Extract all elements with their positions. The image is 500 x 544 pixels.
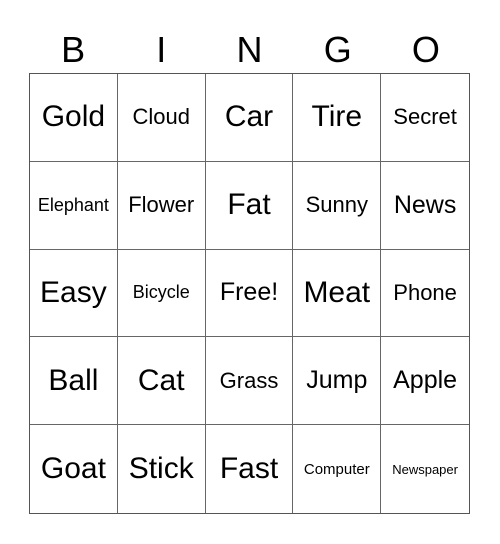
bingo-cell[interactable]: Newspaper	[381, 425, 469, 513]
bingo-cell[interactable]: Easy	[30, 249, 118, 338]
bingo-cell[interactable]: Sunny	[293, 161, 382, 250]
bingo-cell[interactable]: Car	[205, 74, 294, 162]
bingo-cell[interactable]: Grass	[205, 337, 294, 426]
bingo-cell[interactable]: Ball	[30, 337, 118, 426]
bingo-cell[interactable]: Tire	[293, 74, 382, 162]
header-letter-i: I	[156, 29, 167, 70]
bingo-cell[interactable]: Stick	[118, 425, 206, 513]
bingo-cell[interactable]: News	[381, 162, 469, 250]
bingo-cell[interactable]: Elephant	[30, 161, 118, 250]
bingo-board: Gold Cloud Car Tire Secret Elephant Flow…	[29, 73, 470, 514]
bingo-cell[interactable]: Bicycle	[117, 249, 206, 338]
header-letter-n: N	[236, 29, 263, 70]
bingo-cell[interactable]: Fat	[205, 161, 294, 250]
bingo-cell[interactable]: Gold	[30, 74, 118, 162]
bingo-cell[interactable]: Goat	[30, 425, 118, 513]
header-letter-b: B	[61, 29, 86, 70]
bingo-cell[interactable]: Cloud	[117, 74, 206, 162]
bingo-cell[interactable]: Secret	[381, 74, 469, 162]
bingo-cell[interactable]: Jump	[293, 337, 382, 426]
header-letter-g: G	[323, 29, 352, 70]
bingo-cell[interactable]: Apple	[381, 337, 469, 426]
free-space-cell[interactable]: Free!	[205, 249, 294, 338]
header-letter-o: O	[411, 29, 440, 70]
bingo-cell[interactable]: Meat	[293, 249, 382, 338]
bingo-cell[interactable]: Phone	[381, 250, 469, 338]
bingo-header: B I N G O	[29, 28, 470, 72]
bingo-cell[interactable]: Fast	[206, 425, 294, 513]
bingo-cell[interactable]: Flower	[117, 161, 206, 250]
bingo-cell[interactable]: Cat	[117, 337, 206, 426]
bingo-cell[interactable]: Computer	[293, 425, 382, 513]
